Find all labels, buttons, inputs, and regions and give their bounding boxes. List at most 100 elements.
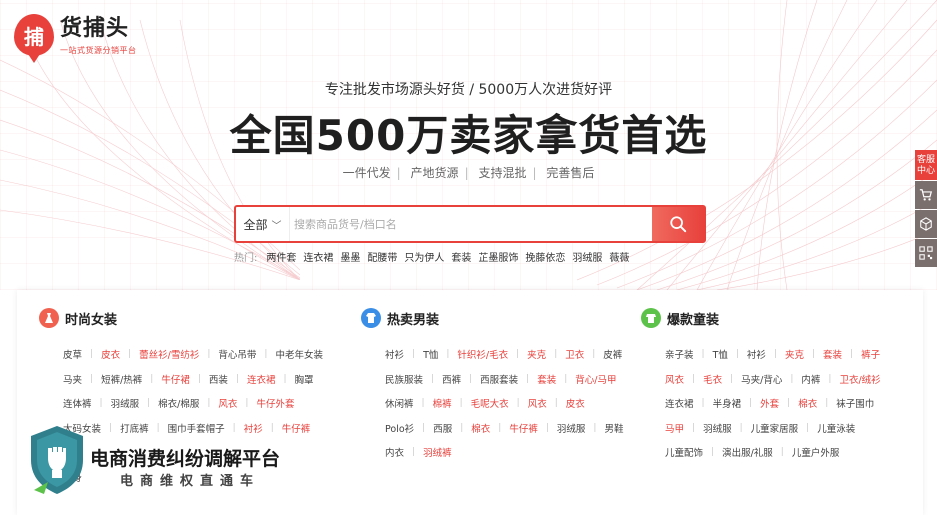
category-link[interactable]: 针织衫/毛衣 <box>457 347 508 361</box>
category-link[interactable]: 中老年女装 <box>275 347 323 361</box>
category-link[interactable]: 背心/马甲 <box>575 372 616 386</box>
category-link[interactable]: 牛仔裙 <box>161 372 190 386</box>
hot-term-link[interactable]: 薇薇 <box>609 249 629 264</box>
category-link[interactable]: 套装 <box>537 372 556 386</box>
category-link[interactable]: 皮衣 <box>101 347 120 361</box>
hot-term-link[interactable]: 套装 <box>451 249 471 264</box>
category-link[interactable]: 内衣 <box>385 445 404 459</box>
category-link[interactable]: 毛呢大衣 <box>471 396 509 410</box>
category-title[interactable]: 爆款童装 <box>667 309 719 328</box>
site-logo[interactable]: 捕 货捕头 一站式货源分销平台 <box>14 14 137 63</box>
hot-term-link[interactable]: 墨墨 <box>340 249 360 264</box>
category-link[interactable]: 外套 <box>760 396 779 410</box>
category-link[interactable]: 马甲 <box>665 421 684 435</box>
category-link[interactable]: 连衣裙 <box>247 372 276 386</box>
category-link[interactable]: 西装 <box>209 372 228 386</box>
category-link[interactable]: T恤 <box>423 347 438 361</box>
search-category-select[interactable]: 全部 ﹀ <box>236 207 290 241</box>
category-link[interactable]: 毛衣 <box>703 372 722 386</box>
category-link[interactable]: 马夹 <box>63 372 82 386</box>
category-link[interactable]: 皮衣 <box>566 396 585 410</box>
category-link[interactable]: 连体裤 <box>63 396 92 410</box>
link-divider: | <box>422 422 426 433</box>
category-link[interactable]: 羽绒服 <box>111 396 140 410</box>
category-link[interactable]: 半身裙 <box>713 396 742 410</box>
hero-headline: 全国500万卖家拿货首选 <box>229 111 708 160</box>
category-link[interactable]: T恤 <box>713 347 728 361</box>
category-link[interactable]: 西裤 <box>442 372 461 386</box>
category-link[interactable]: 夹克 <box>785 347 804 361</box>
category-link[interactable]: 民族服装 <box>385 372 423 386</box>
category-link[interactable]: 裤子 <box>861 347 880 361</box>
hot-term-link[interactable]: 连衣裙 <box>303 249 333 264</box>
shield-fist-icon <box>31 426 83 494</box>
hot-term-link[interactable]: 只为伊人 <box>404 249 444 264</box>
category-title[interactable]: 热卖男装 <box>387 309 439 328</box>
right-sidebar: 客服中心 <box>915 150 937 267</box>
category-link[interactable]: 儿童户外服 <box>792 445 840 459</box>
hot-term-link[interactable]: 芷墨服饰 <box>478 249 518 264</box>
category-link[interactable]: 蕾丝衫/雪纺衫 <box>139 347 199 361</box>
link-divider: | <box>516 398 520 409</box>
hot-term-link[interactable]: 配腰带 <box>367 249 397 264</box>
link-divider: | <box>735 349 739 360</box>
category-link[interactable]: 连衣裙 <box>665 396 694 410</box>
hot-term-link[interactable]: 挽藤依恋 <box>525 249 565 264</box>
category-link[interactable]: 儿童配饰 <box>665 445 703 459</box>
category-link[interactable]: 内裤 <box>801 372 820 386</box>
category-link[interactable]: 衬衫 <box>385 347 404 361</box>
cube-button[interactable] <box>915 210 937 238</box>
category-link[interactable]: 羽绒服 <box>703 421 732 435</box>
category-link[interactable]: 短裤/热裤 <box>101 372 142 386</box>
category-link[interactable]: 套装 <box>823 347 842 361</box>
search-bar: 全部 ﹀ <box>234 205 706 243</box>
hot-term-link[interactable]: 两件套 <box>266 249 296 264</box>
category-link[interactable]: Polo衫 <box>385 421 414 435</box>
link-divider: | <box>90 373 94 384</box>
hot-search-terms: 热门: 两件套 连衣裙 墨墨 配腰带 只为伊人 套装 芷墨服饰 挽藤依恋 羽绒服 薇薇 <box>234 249 629 264</box>
link-divider: | <box>235 373 239 384</box>
cart-icon <box>919 189 933 201</box>
category-link[interactable]: 西服套装 <box>480 372 518 386</box>
link-divider: | <box>806 422 810 433</box>
cart-button[interactable] <box>915 181 937 209</box>
link-divider: | <box>692 373 696 384</box>
category-link[interactable]: 羽绒服 <box>557 421 586 435</box>
category-title[interactable]: 时尚女装 <box>65 309 117 328</box>
category-link[interactable]: 休闲裤 <box>385 396 414 410</box>
category-link[interactable]: 背心吊带 <box>218 347 256 361</box>
link-divider: | <box>498 422 502 433</box>
category-link[interactable]: 棉衣/棉服 <box>158 396 199 410</box>
category-link[interactable]: 胸罩 <box>295 372 314 386</box>
hot-term-link[interactable]: 羽绒服 <box>572 249 602 264</box>
category-link[interactable]: 袜子围巾 <box>836 396 874 410</box>
category-link[interactable]: 棉裤 <box>433 396 452 410</box>
link-divider: | <box>526 373 530 384</box>
category-link[interactable]: 棉衣 <box>471 421 490 435</box>
category-link[interactable]: 西服 <box>433 421 452 435</box>
category-link[interactable]: 夹克 <box>527 347 546 361</box>
category-link[interactable]: 棉衣 <box>798 396 817 410</box>
customer-service-button[interactable]: 客服中心 <box>915 150 937 180</box>
category-link[interactable]: 儿童泳装 <box>817 421 855 435</box>
link-divider: | <box>850 349 854 360</box>
category-link[interactable]: 风衣 <box>665 372 684 386</box>
category-link[interactable]: 亲子装 <box>665 347 694 361</box>
qr-code-button[interactable] <box>915 239 937 267</box>
category-link[interactable]: 风衣 <box>218 396 237 410</box>
category-link[interactable]: 风衣 <box>528 396 547 410</box>
category-link[interactable]: 牛仔外套 <box>256 396 294 410</box>
category-link[interactable]: 卫衣 <box>565 347 584 361</box>
search-button[interactable] <box>652 207 704 241</box>
category-row: 马夹 | 短裤/热裤 | 牛仔裙 | 西装 | 连衣裙 | 胸罩 <box>63 367 314 392</box>
category-link[interactable]: 皮草 <box>63 347 82 361</box>
category-link[interactable]: 演出服/礼服 <box>722 445 773 459</box>
link-divider: | <box>701 398 705 409</box>
category-link[interactable]: 儿童家居服 <box>751 421 799 435</box>
category-link[interactable]: 马夹/背心 <box>741 372 782 386</box>
search-input[interactable] <box>290 207 652 241</box>
category-link[interactable]: 羽绒裤 <box>423 445 452 459</box>
category-link[interactable]: 卫衣/绒衫 <box>839 372 880 386</box>
category-link[interactable]: 牛仔裤 <box>509 421 538 435</box>
category-link[interactable]: 衬衫 <box>747 347 766 361</box>
